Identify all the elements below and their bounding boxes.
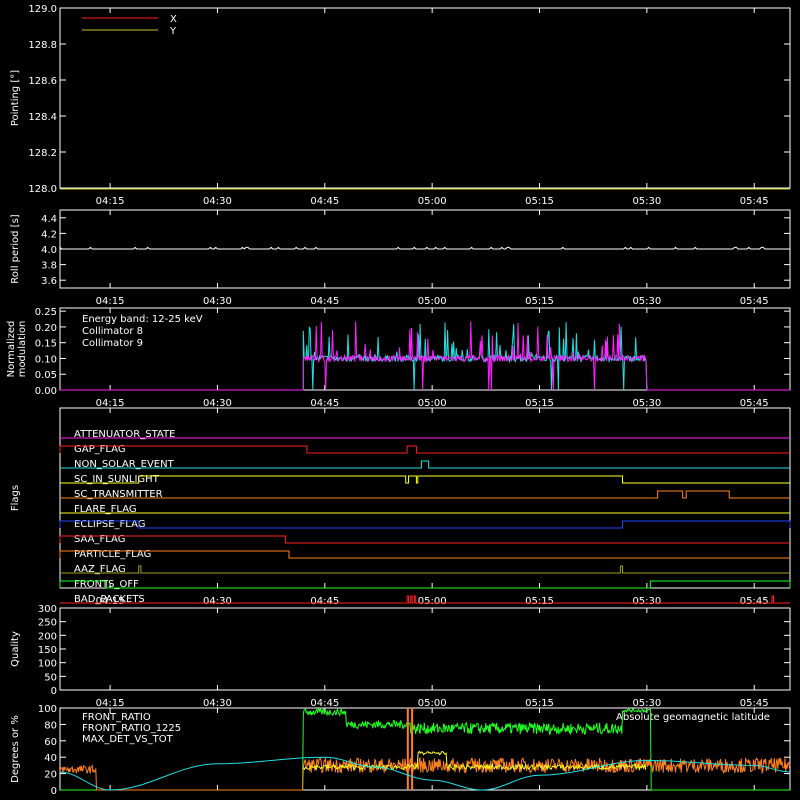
y-tick-label: 50 [44, 672, 57, 683]
flag-trace-particle-flag [59, 550, 790, 559]
legend-title: Energy band: 12-25 keV [82, 314, 203, 325]
y-axis-label: Flags [10, 485, 21, 511]
x-tick-label: 05:15 [525, 296, 554, 307]
y-tick-label: 300 [38, 604, 57, 615]
panel-roll-period: 04:15 04:30 04:45 05:00 05:15 05:30 05:45 3.6 3.… [10, 209, 791, 307]
legend-label-front-ratio: FRONT_RATIO [82, 712, 151, 723]
x-tick-label: 04:45 [310, 596, 339, 607]
legend-label-max-det-vs-tot: MAX_DET_VS_TOT [82, 734, 174, 745]
y-tick-label: 0 [51, 786, 57, 797]
y-axis-label: Degrees or % [10, 715, 21, 783]
series-roll-period-line [59, 246, 790, 250]
x-tick-label: 04:45 [310, 398, 339, 409]
y-axis-label: Normalized [6, 321, 17, 378]
y-tick-label: 128.8 [28, 40, 57, 51]
y-tick-label: 128.4 [28, 112, 57, 123]
x-tick-label: 04:30 [203, 296, 232, 307]
flag-trace-saa-flag [59, 535, 790, 544]
y-tick-label: 129.0 [28, 4, 57, 15]
flag-trace-gap-flag [59, 445, 790, 454]
y-tick-label: 20 [44, 770, 57, 781]
annotation-geomagnetic-latitude: Absolute geomagnetic latitude [616, 712, 770, 723]
y-tick-label: 0.10 [35, 354, 57, 365]
y-tick-label: 100 [38, 659, 57, 670]
y-tick-label: 0.25 [35, 307, 57, 318]
y-tick-label: 128.0 [28, 184, 57, 195]
x-tick-label: 05:15 [525, 398, 554, 409]
y-axis-label: Pointing [°] [10, 70, 21, 126]
plot-frame [59, 607, 791, 691]
x-tick-label: 05:15 [525, 196, 554, 207]
x-tick-label: 05:45 [740, 196, 769, 207]
x-tick-label: 05:30 [632, 698, 661, 709]
flag-trace-sc-transmitter [60, 490, 790, 499]
x-tick-label: 05:45 [740, 296, 769, 307]
y-tick-label: 4.2 [41, 229, 57, 240]
legend-label-front-ratio-1225: FRONT_RATIO_1225 [82, 723, 181, 734]
y-tick-label: 0.20 [35, 323, 57, 334]
y-tick-label: 4.0 [41, 245, 57, 256]
x-tick-label: 05:30 [632, 398, 661, 409]
y-tick-label: 128.2 [28, 148, 57, 159]
x-tick-label: 04:30 [203, 196, 232, 207]
flag-trace-fronts-off [59, 580, 791, 589]
y-tick-label: 150 [38, 645, 57, 656]
series-collimator-9-line [60, 321, 790, 391]
x-tick-label: 04:15 [96, 296, 125, 307]
x-tick-label: 05:45 [740, 398, 769, 409]
panel-pointing: 04:15 04:30 04:45 05:00 05:15 05:30 05:45 128.0… [10, 4, 791, 207]
x-tick-label: 04:15 [96, 698, 125, 709]
chart-figure: 04:15 04:30 04:45 05:00 05:15 05:30 05:45 128.0… [0, 0, 800, 800]
y-tick-label: 60 [44, 737, 57, 748]
flag-trace-eclipse-flag [59, 520, 791, 529]
y-tick-label: 3.8 [41, 261, 57, 272]
x-tick-label: 04:30 [203, 698, 232, 709]
x-tick-label: 05:00 [418, 296, 447, 307]
legend-label-collimator-8: Collimator 8 [82, 326, 143, 337]
x-tick-label: 05:15 [525, 698, 554, 709]
series-max-det-vs-tot-line [59, 756, 791, 791]
x-tick-label: 04:45 [310, 698, 339, 709]
y-tick-label: 40 [44, 753, 57, 764]
y-tick-label: 0 [51, 686, 57, 697]
y-axis-label: Roll period [s] [10, 214, 21, 283]
y-tick-label: 0.15 [35, 339, 57, 350]
x-tick-label: 04:15 [96, 398, 125, 409]
panel-quality: 04:15 04:30 04:45 05:00 05:15 05:30 05:45 0 50 10… [10, 604, 791, 709]
x-tick-label: 04:45 [310, 196, 339, 207]
x-tick-label: 05:00 [418, 398, 447, 409]
x-tick-label: 04:30 [203, 398, 232, 409]
chart-canvas: 04:15 04:30 04:45 05:00 05:15 05:30 05:45 128.0… [6, 4, 791, 797]
y-tick-label: 0.05 [35, 370, 57, 381]
y-tick-label: 4.4 [41, 214, 57, 225]
x-tick-label: 05:30 [632, 596, 661, 607]
x-tick-label: 05:45 [740, 596, 769, 607]
legend-label-y: Y [169, 26, 177, 37]
x-tick-label: 04:45 [310, 296, 339, 307]
x-tick-label: 05:30 [632, 296, 661, 307]
flag-trace-sc-in-sunlight [60, 475, 790, 484]
y-tick-label: 3.6 [41, 276, 57, 287]
x-tick-label: 04:30 [203, 596, 232, 607]
y-tick-label: 200 [38, 631, 57, 642]
y-axis-label: modulation [17, 321, 28, 378]
x-tick-label: 05:45 [740, 698, 769, 709]
x-tick-label: 05:00 [418, 196, 447, 207]
panel-flags: 04:15 04:30 04:45 05:00 05:15 05:30 05:45Flags… [10, 407, 791, 607]
legend-label-collimator-9: Collimator 9 [82, 338, 143, 349]
y-tick-label: 0.00 [35, 386, 57, 397]
x-tick-label: 05:00 [418, 596, 447, 607]
y-tick-label: 100 [38, 704, 57, 715]
y-tick-label: 80 [44, 720, 57, 731]
x-tick-label: 05:30 [632, 196, 661, 207]
panel-ratios: 0 20 40 60 80 100 Degrees or % FRONT_RATIOFRONT… [10, 704, 791, 797]
flag-trace-aaz-flag [60, 565, 790, 574]
y-axis-label: Quality [10, 631, 21, 667]
y-tick-label: 128.6 [28, 76, 57, 87]
x-tick-label: 04:15 [96, 196, 125, 207]
y-tick-label: 250 [38, 618, 57, 629]
x-tick-label: 05:15 [525, 596, 554, 607]
legend-label-x: X [170, 14, 177, 25]
x-tick-label: 05:00 [418, 698, 447, 709]
